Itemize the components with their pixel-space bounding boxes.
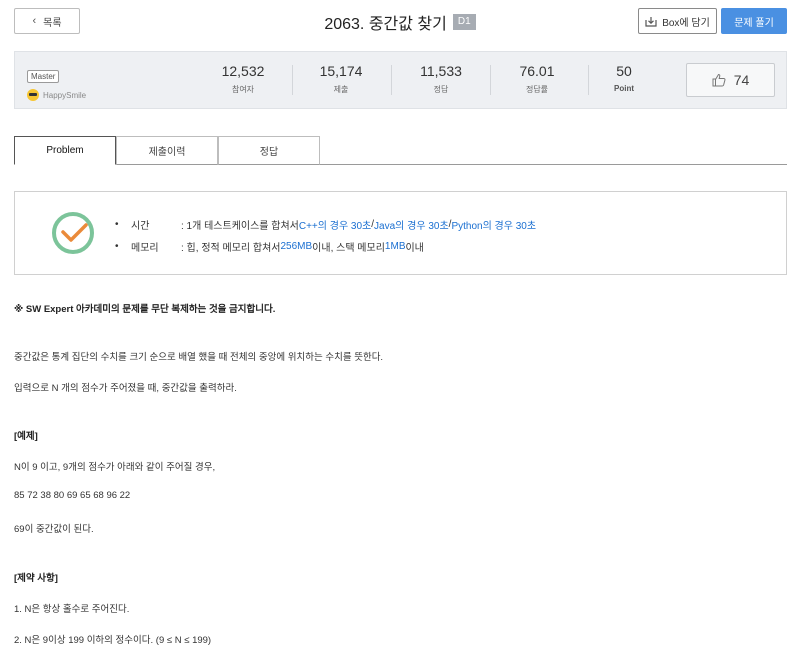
author-info: Master HappySmile [27, 66, 86, 101]
stat-value: 50 [616, 63, 632, 79]
time-python: Python의 경우 30초 [451, 221, 537, 232]
like-count: 74 [733, 72, 750, 88]
tab-label: 정답 [259, 147, 279, 158]
description-paragraph: 입력으로 N 개의 점수가 주어졌을 때, 중간값을 출력하라. [14, 383, 237, 394]
stat-accuracy: 76.01 정답률 [492, 63, 582, 95]
solve-button-label: 문제 풀기 [734, 17, 774, 29]
stat-label: 정답 [433, 85, 449, 94]
stat-label: Point [614, 84, 634, 93]
tab-underline [320, 164, 787, 165]
problem-stats-panel: Master HappySmile 12,532 참여자 15,174 제출 1… [14, 51, 787, 109]
example-line: 69이 중간값이 된다. [14, 524, 94, 535]
tab-answers[interactable]: 정답 [218, 136, 320, 165]
author-name[interactable]: HappySmile [43, 91, 86, 100]
back-button-label: 목록 [43, 17, 62, 29]
time-java: Java의 경우 30초 [374, 221, 449, 232]
description-paragraph: 중간값은 통계 집단의 수치를 크기 순으로 배열 했을 때 전체의 중앙에 위… [14, 352, 384, 363]
divider [391, 65, 392, 95]
back-to-list-button[interactable]: ‹ 목록 [14, 8, 80, 34]
add-to-box-label: Box에 담기 [662, 17, 710, 29]
download-box-icon [645, 16, 657, 27]
time-label: 시간 [131, 221, 150, 232]
sunglasses-emoji-icon [27, 89, 39, 101]
divider [292, 65, 293, 95]
stat-participants: 12,532 참여자 [198, 63, 288, 95]
memory-suffix: 이내 [405, 243, 424, 254]
tab-label: Problem [46, 145, 84, 156]
tab-submission-history[interactable]: 제출이력 [116, 136, 218, 165]
clock-check-icon [52, 212, 94, 254]
like-button[interactable]: 74 [686, 63, 775, 97]
stat-value: 11,533 [420, 63, 462, 79]
stat-label: 제출 [333, 85, 349, 94]
difficulty-badge: D1 [452, 14, 476, 30]
limits-box: • 시간 : 1개 테스트케이스를 합쳐서 C++의 경우 30초 / Java… [14, 191, 787, 275]
stat-value: 15,174 [319, 63, 363, 79]
divider [490, 65, 491, 95]
stat-submissions: 15,174 제출 [296, 63, 386, 95]
author-level-badge: Master [27, 70, 60, 83]
thumbs-up-icon [712, 73, 726, 87]
memory-stack: 1MB [384, 241, 406, 252]
problem-tabs: Problem 제출이력 정답 [14, 136, 787, 165]
add-to-box-button[interactable]: Box에 담기 [638, 8, 717, 34]
chevron-left-icon: ‹ [32, 15, 37, 27]
problem-title-text: 2063. 중간값 찾기 [324, 16, 447, 33]
stat-value: 12,532 [221, 63, 265, 79]
constraints-heading: [제약 사항] [14, 573, 58, 584]
memory-heap: 256MB [280, 241, 313, 252]
constraint-item: 2. N은 9이상 199 이하의 정수이다. (9 ≤ N ≤ 199) [14, 635, 212, 646]
stat-value: 76.01 [519, 63, 555, 79]
example-heading: [예제] [14, 431, 38, 442]
memory-prefix: : 힙, 정적 메모리 합쳐서 [181, 243, 281, 254]
constraint-item: 1. N은 항상 홀수로 주어진다. [14, 604, 130, 615]
time-limit-row: • 시간 : 1개 테스트케이스를 합쳐서 C++의 경우 30초 / Java… [115, 219, 537, 232]
memory-limit-row: • 메모리 : 힙, 정적 메모리 합쳐서 256MB 이내, 스택 메모리 1… [115, 241, 424, 254]
example-line: N이 9 이고, 9개의 점수가 아래와 같이 주어질 경우, [14, 462, 216, 473]
problem-title: 2063. 중간값 찾기 D1 [324, 10, 476, 34]
memory-label: 메모리 [131, 243, 159, 254]
example-line: 85 72 38 80 69 65 68 96 22 [14, 490, 131, 501]
solve-problem-button[interactable]: 문제 풀기 [721, 8, 787, 34]
tab-problem[interactable]: Problem [14, 136, 116, 165]
stat-label: 정답률 [525, 85, 549, 94]
copyright-notice: ※ SW Expert 아카데미의 문제를 무단 복제하는 것을 금지합니다. [14, 304, 276, 315]
time-prefix: : 1개 테스트케이스를 합쳐서 [181, 221, 299, 232]
memory-mid: 이내, 스택 메모리 [312, 243, 385, 254]
stat-correct: 11,533 정답 [396, 63, 486, 95]
tab-label: 제출이력 [148, 147, 186, 158]
stat-label: 참여자 [231, 85, 255, 94]
top-bar: ‹ 목록 2063. 중간값 찾기 D1 Box에 담기 문제 풀기 [0, 0, 800, 44]
time-cpp: C++의 경우 30초 [298, 221, 372, 232]
stat-points: 50 Point [579, 63, 669, 93]
